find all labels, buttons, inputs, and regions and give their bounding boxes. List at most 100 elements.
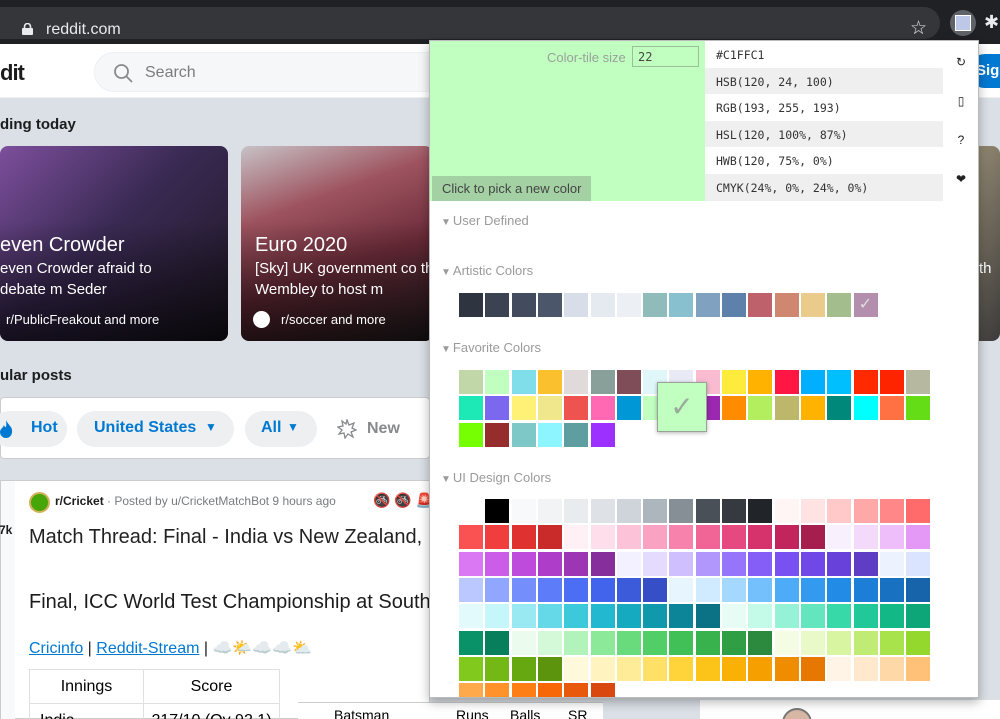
color-swatch[interactable] bbox=[722, 551, 746, 576]
color-swatch[interactable] bbox=[590, 551, 615, 576]
color-swatch[interactable] bbox=[800, 604, 825, 629]
color-swatch[interactable] bbox=[800, 656, 825, 681]
color-swatch[interactable] bbox=[774, 293, 799, 317]
color-swatch[interactable] bbox=[511, 293, 536, 317]
color-swatch[interactable] bbox=[459, 551, 483, 576]
color-swatch[interactable] bbox=[616, 656, 641, 681]
reddit-stream-link[interactable]: Reddit-Stream bbox=[96, 640, 199, 657]
color-swatch[interactable] bbox=[853, 525, 878, 550]
section-favorite[interactable]: ▼ Favorite Colors bbox=[441, 340, 541, 355]
color-swatch[interactable] bbox=[459, 683, 483, 697]
color-swatch[interactable] bbox=[459, 525, 483, 550]
color-swatch[interactable] bbox=[879, 370, 904, 394]
color-swatch[interactable] bbox=[485, 630, 510, 655]
extensions-puzzle-icon[interactable]: ✱ bbox=[984, 12, 999, 33]
color-swatch[interactable] bbox=[590, 499, 615, 523]
color-swatch[interactable] bbox=[511, 525, 536, 550]
color-swatch[interactable] bbox=[722, 525, 746, 550]
color-swatch[interactable] bbox=[879, 577, 904, 602]
color-swatch[interactable] bbox=[459, 422, 483, 447]
color-swatch[interactable] bbox=[590, 293, 615, 317]
color-swatch[interactable] bbox=[616, 293, 641, 317]
color-swatch[interactable] bbox=[695, 577, 720, 602]
color-swatch[interactable] bbox=[564, 396, 589, 421]
color-swatch[interactable] bbox=[511, 370, 536, 394]
pick-new-color-button[interactable]: Click to pick a new color bbox=[432, 176, 592, 201]
color-swatch[interactable] bbox=[616, 525, 641, 550]
color-swatch[interactable] bbox=[564, 525, 589, 550]
color-swatch[interactable] bbox=[774, 499, 799, 523]
color-swatch[interactable] bbox=[485, 370, 510, 394]
color-swatch[interactable] bbox=[537, 630, 562, 655]
color-swatch[interactable] bbox=[564, 577, 589, 602]
color-swatch[interactable] bbox=[800, 370, 825, 394]
color-swatch[interactable] bbox=[511, 396, 536, 421]
color-swatch[interactable] bbox=[695, 656, 720, 681]
color-swatch[interactable] bbox=[564, 551, 589, 576]
color-swatch[interactable] bbox=[485, 525, 510, 550]
color-swatch[interactable] bbox=[511, 656, 536, 681]
color-swatch[interactable] bbox=[669, 293, 694, 317]
color-swatch[interactable] bbox=[827, 604, 852, 629]
color-swatch[interactable] bbox=[669, 551, 694, 576]
color-swatch[interactable] bbox=[616, 396, 641, 421]
color-swatch[interactable] bbox=[774, 604, 799, 629]
color-swatch[interactable] bbox=[590, 525, 615, 550]
color-swatch[interactable] bbox=[537, 604, 562, 629]
color-swatch[interactable] bbox=[669, 499, 694, 523]
color-swatch[interactable] bbox=[748, 396, 773, 421]
color-swatch[interactable] bbox=[695, 525, 720, 550]
color-code-row[interactable]: CMYK(24%, 0%, 24%, 0%) bbox=[705, 173, 943, 201]
phone-icon[interactable]: ▯ bbox=[943, 94, 978, 108]
color-swatch[interactable] bbox=[722, 499, 746, 523]
color-swatch[interactable] bbox=[800, 396, 825, 421]
address-bar[interactable]: reddit.com ☆ bbox=[0, 7, 940, 39]
color-swatch[interactable] bbox=[827, 577, 852, 602]
color-swatch[interactable] bbox=[827, 656, 852, 681]
color-swatch[interactable] bbox=[459, 499, 483, 523]
color-swatch[interactable] bbox=[879, 499, 904, 523]
color-swatch[interactable] bbox=[564, 683, 589, 697]
color-swatch[interactable] bbox=[590, 396, 615, 421]
color-swatch[interactable] bbox=[800, 525, 825, 550]
color-preview[interactable]: Color-tile size Click to pick a new colo… bbox=[430, 41, 705, 201]
color-swatch[interactable] bbox=[511, 604, 536, 629]
color-swatch[interactable] bbox=[853, 499, 878, 523]
color-swatch[interactable] bbox=[485, 577, 510, 602]
color-swatch[interactable] bbox=[800, 630, 825, 655]
color-swatch[interactable] bbox=[906, 370, 931, 394]
color-swatch[interactable] bbox=[906, 577, 931, 602]
color-swatch[interactable] bbox=[906, 630, 931, 655]
color-swatch[interactable] bbox=[590, 683, 615, 697]
color-swatch[interactable] bbox=[669, 525, 694, 550]
cricinfo-link[interactable]: Cricinfo bbox=[29, 640, 83, 657]
color-swatch[interactable] bbox=[695, 630, 720, 655]
color-code-row[interactable]: HWB(120, 75%, 0%) bbox=[705, 147, 943, 174]
color-swatch[interactable] bbox=[748, 577, 773, 602]
color-swatch[interactable] bbox=[906, 656, 931, 681]
color-swatch[interactable] bbox=[669, 656, 694, 681]
color-swatch[interactable] bbox=[853, 630, 878, 655]
color-swatch[interactable] bbox=[695, 551, 720, 576]
color-swatch[interactable] bbox=[459, 656, 483, 681]
color-swatch[interactable] bbox=[511, 422, 536, 447]
section-artistic[interactable]: ▼ Artistic Colors bbox=[441, 263, 533, 278]
color-picker-extension-icon[interactable] bbox=[950, 10, 976, 36]
color-swatch[interactable] bbox=[669, 604, 694, 629]
color-swatch[interactable] bbox=[537, 422, 562, 447]
color-swatch[interactable] bbox=[485, 396, 510, 421]
color-swatch[interactable] bbox=[643, 630, 668, 655]
search-bar[interactable]: Search bbox=[94, 52, 454, 92]
color-swatch[interactable] bbox=[906, 604, 931, 629]
color-swatch[interactable] bbox=[774, 396, 799, 421]
color-swatch[interactable] bbox=[511, 499, 536, 523]
color-swatch[interactable] bbox=[511, 577, 536, 602]
color-swatch[interactable] bbox=[827, 525, 852, 550]
color-swatch[interactable] bbox=[537, 656, 562, 681]
color-swatch[interactable] bbox=[906, 525, 931, 550]
trending-card[interactable]: Euro 2020 [Sky] UK government co that We… bbox=[241, 146, 433, 341]
color-swatch[interactable] bbox=[564, 422, 589, 447]
color-swatch[interactable] bbox=[722, 577, 746, 602]
color-swatch[interactable] bbox=[853, 577, 878, 602]
color-code-row[interactable]: #C1FFC1 bbox=[705, 41, 943, 68]
